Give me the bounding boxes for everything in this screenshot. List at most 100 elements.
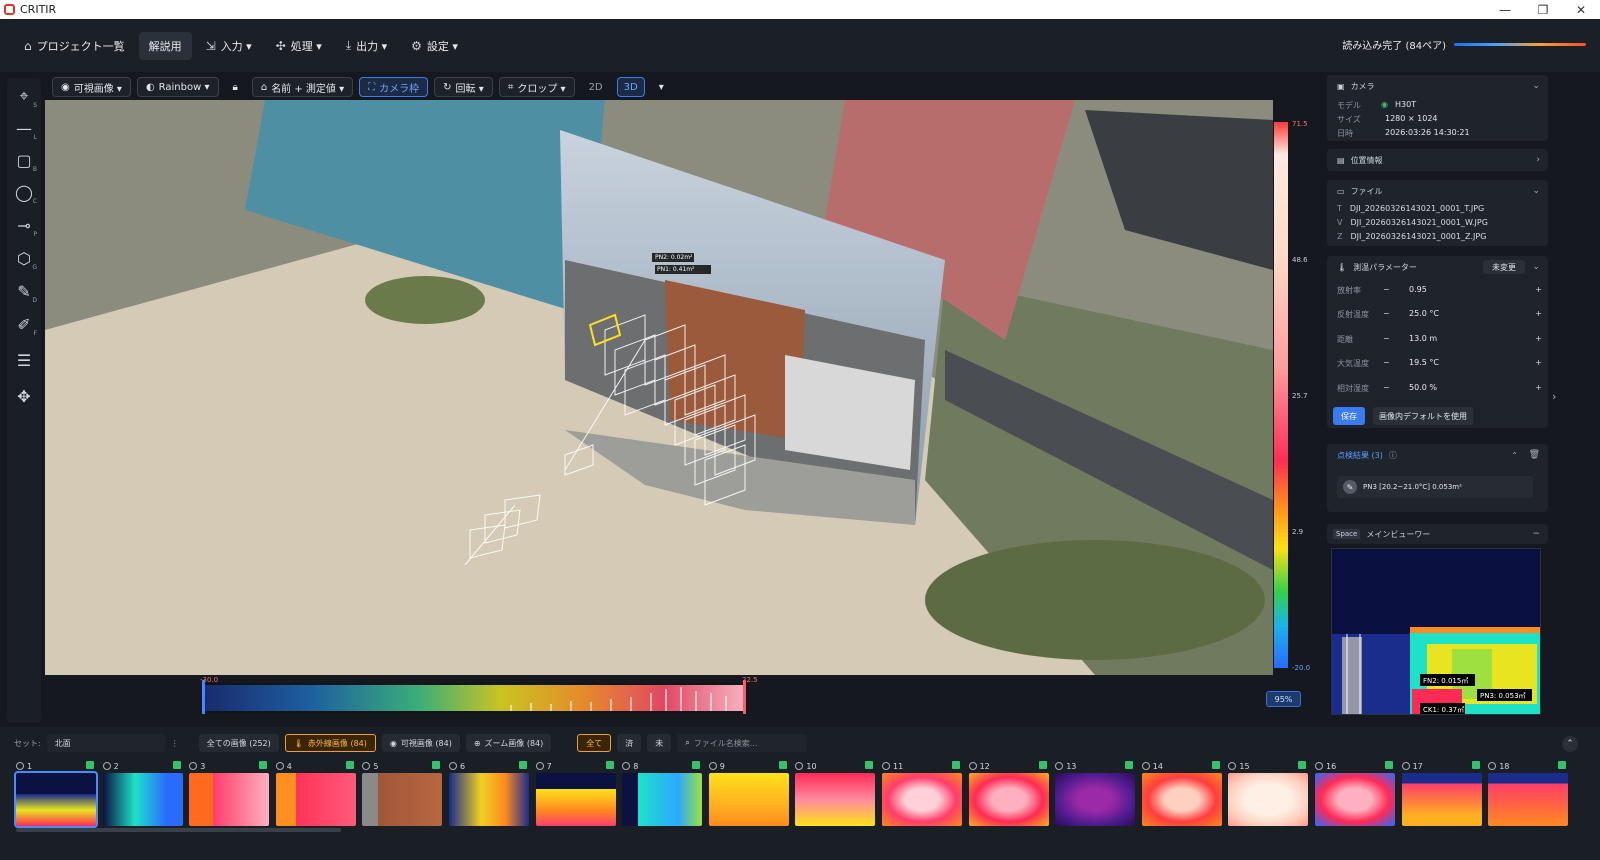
polygon-tool[interactable]: ⬡ G (10, 244, 38, 272)
decrement-button[interactable]: − (1383, 334, 1390, 343)
select-checkbox[interactable] (708, 762, 717, 770)
maximize-button[interactable]: ❐ (1524, 0, 1562, 19)
rotate-dropdown[interactable]: ↻ 回転 ▾ (434, 77, 493, 97)
result-item[interactable]: ✎ PN3 [20.2~21.0°C] 0.053m² (1337, 476, 1533, 498)
collapse-icon[interactable]: − (1532, 529, 1540, 539)
results-header[interactable]: 点検結果 (3) ⓘ ⌃ 🗑︎ (1327, 444, 1548, 466)
thumbnail-image[interactable] (1488, 773, 1569, 826)
filter-all-images[interactable]: 全ての画像 (252) (198, 734, 279, 752)
input-menu[interactable]: ⇲ 入力 ▾ (196, 32, 262, 60)
more-options-icon[interactable]: ⋮ (171, 739, 179, 748)
select-checkbox[interactable] (1055, 762, 1064, 770)
palette-dropdown[interactable]: ◐ Rainbow ▾ (136, 77, 219, 97)
project-list-button[interactable]: ⌂ プロジェクト一覧 (14, 32, 135, 60)
file-panel-header[interactable]: ▭ ファイル ⌄ (1327, 180, 1548, 202)
histogram-min-handle[interactable] (202, 680, 205, 714)
thumbnail-image[interactable] (1228, 773, 1309, 826)
3d-viewport[interactable]: PN2: 0.02m² PN1: 0.41m² (45, 100, 1273, 675)
chevron-right-icon[interactable]: › (1552, 390, 1556, 403)
point-tool[interactable]: ⊸ P (10, 211, 38, 239)
select-checkbox[interactable] (1141, 762, 1150, 770)
crop-dropdown[interactable]: ⌗ クロップ ▾ (498, 77, 575, 97)
thumbnail-item[interactable]: 12 (968, 760, 1051, 830)
select-checkbox[interactable] (535, 762, 544, 770)
increment-button[interactable]: + (1535, 358, 1542, 367)
thumbnail-item[interactable]: 8 (622, 760, 704, 830)
label-mode-dropdown[interactable]: ⌂ 名前 + 測定値 ▾ (251, 77, 354, 97)
select-checkbox[interactable] (275, 762, 284, 770)
thumbnail-image[interactable] (1055, 773, 1136, 826)
camera-frame-toggle[interactable]: ⛶ カメラ枠 (359, 77, 429, 97)
status-done[interactable]: 済 (617, 734, 642, 752)
increment-button[interactable]: + (1535, 285, 1542, 294)
increment-button[interactable]: + (1535, 383, 1542, 392)
main-viewer-image[interactable]: FN2: 0.015㎡ PN3: 0.053㎡ CK1: 0.37㎡ (1331, 548, 1541, 715)
spot-tool[interactable]: ⌖ S (10, 82, 38, 110)
zoom-level[interactable]: 95% (1266, 691, 1301, 707)
process-menu[interactable]: ✣ 処理 ▾ (266, 32, 332, 60)
lock-button[interactable]: 🔒︎ (225, 77, 246, 97)
decrement-button[interactable]: − (1383, 358, 1390, 367)
close-button[interactable]: ✕ (1562, 0, 1600, 19)
thumbnail-item[interactable]: 13 (1055, 760, 1137, 830)
thumbnail-image[interactable] (622, 773, 703, 826)
status-undone[interactable]: 未 (647, 734, 672, 752)
trash-icon[interactable]: 🗑︎ (1529, 450, 1540, 460)
file-thermal[interactable]: T DJI_20260326143021_0001_T.JPG (1337, 204, 1484, 213)
set-select[interactable]: 北面 (46, 734, 165, 752)
thumbnail-item[interactable]: 18 (1488, 760, 1570, 830)
decrement-button[interactable]: − (1383, 383, 1390, 392)
rectangle-tool[interactable]: ▢ B (10, 146, 38, 174)
line-tool[interactable]: — L (10, 114, 38, 142)
select-checkbox[interactable] (1228, 762, 1237, 770)
camera-panel-header[interactable]: ▣ カメラ ⌄ (1327, 75, 1548, 97)
thumbnail-image[interactable] (535, 773, 616, 826)
thumbnail-item[interactable]: 4 (275, 760, 358, 830)
decrement-button[interactable]: − (1383, 285, 1390, 294)
thumbnail-image[interactable] (968, 773, 1049, 826)
select-checkbox[interactable] (1401, 762, 1410, 770)
tab-explanation[interactable]: 解説用 (138, 31, 192, 60)
filter-visible[interactable]: ◉ 可視画像 (84) (381, 734, 460, 752)
minimize-button[interactable]: — (1486, 0, 1524, 19)
file-zoom[interactable]: Z DJI_20260326143021_0001_Z.JPG (1337, 232, 1486, 241)
increment-button[interactable]: + (1535, 334, 1542, 343)
thumbnail-image[interactable] (449, 773, 529, 826)
use-default-button[interactable]: 画像内デフォルトを使用 (1373, 407, 1473, 425)
thumbnail-image[interactable] (14, 771, 98, 828)
output-menu[interactable]: ⤓ 出力 ▾ (336, 32, 397, 60)
more-dropdown[interactable]: ▾ (651, 77, 672, 97)
save-button[interactable]: 保存 (1333, 407, 1365, 425)
mode-3d-button[interactable]: 3D (616, 77, 645, 97)
edit-tool[interactable]: ✐ F (10, 310, 38, 338)
select-checkbox[interactable] (449, 762, 457, 770)
select-checkbox[interactable] (968, 762, 977, 770)
thumbnail-item[interactable]: 5 (362, 760, 444, 830)
thumbnail-item[interactable]: 7 (535, 760, 618, 830)
select-checkbox[interactable] (1315, 762, 1323, 770)
collapse-strip-button[interactable]: ⌃ (1562, 736, 1578, 752)
move-tool[interactable]: ✥ (10, 382, 38, 410)
thumbnail-item[interactable]: 3 (189, 760, 271, 830)
select-checkbox[interactable] (189, 762, 198, 770)
thumbnail-image[interactable] (1315, 773, 1395, 826)
select-checkbox[interactable] (16, 762, 24, 770)
thumbnail-scrollbar[interactable] (16, 828, 341, 832)
thumbnail-image[interactable] (1401, 773, 1482, 826)
thumbnail-item[interactable]: 2 (102, 760, 185, 830)
thumbnail-image[interactable] (795, 773, 876, 826)
mode-2d-button[interactable]: 2D (581, 77, 611, 97)
file-search-input[interactable]: ⌕ ファイル名検索... (677, 734, 808, 752)
thumbnail-item[interactable]: 14 (1141, 760, 1224, 830)
visible-image-dropdown[interactable]: ◉ 可視画像 ▾ (52, 77, 131, 97)
thumbnail-item[interactable]: 15 (1228, 760, 1310, 830)
filter-infrared[interactable]: 🌡︎ 赤外線画像 (84) (284, 734, 376, 752)
location-panel[interactable]: ▤ 位置情報 › (1327, 149, 1548, 171)
file-visible[interactable]: V DJI_20260326143021_0001_W.JPG (1337, 218, 1488, 227)
thumbnail-image[interactable] (1141, 773, 1222, 826)
thumbnail-image[interactable] (708, 773, 789, 826)
thumbnail-item[interactable]: 10 (795, 760, 877, 830)
histogram-max-handle[interactable] (743, 680, 746, 714)
thumbnail-item[interactable]: 16 (1315, 760, 1397, 830)
thumbnail-image[interactable] (275, 773, 356, 826)
